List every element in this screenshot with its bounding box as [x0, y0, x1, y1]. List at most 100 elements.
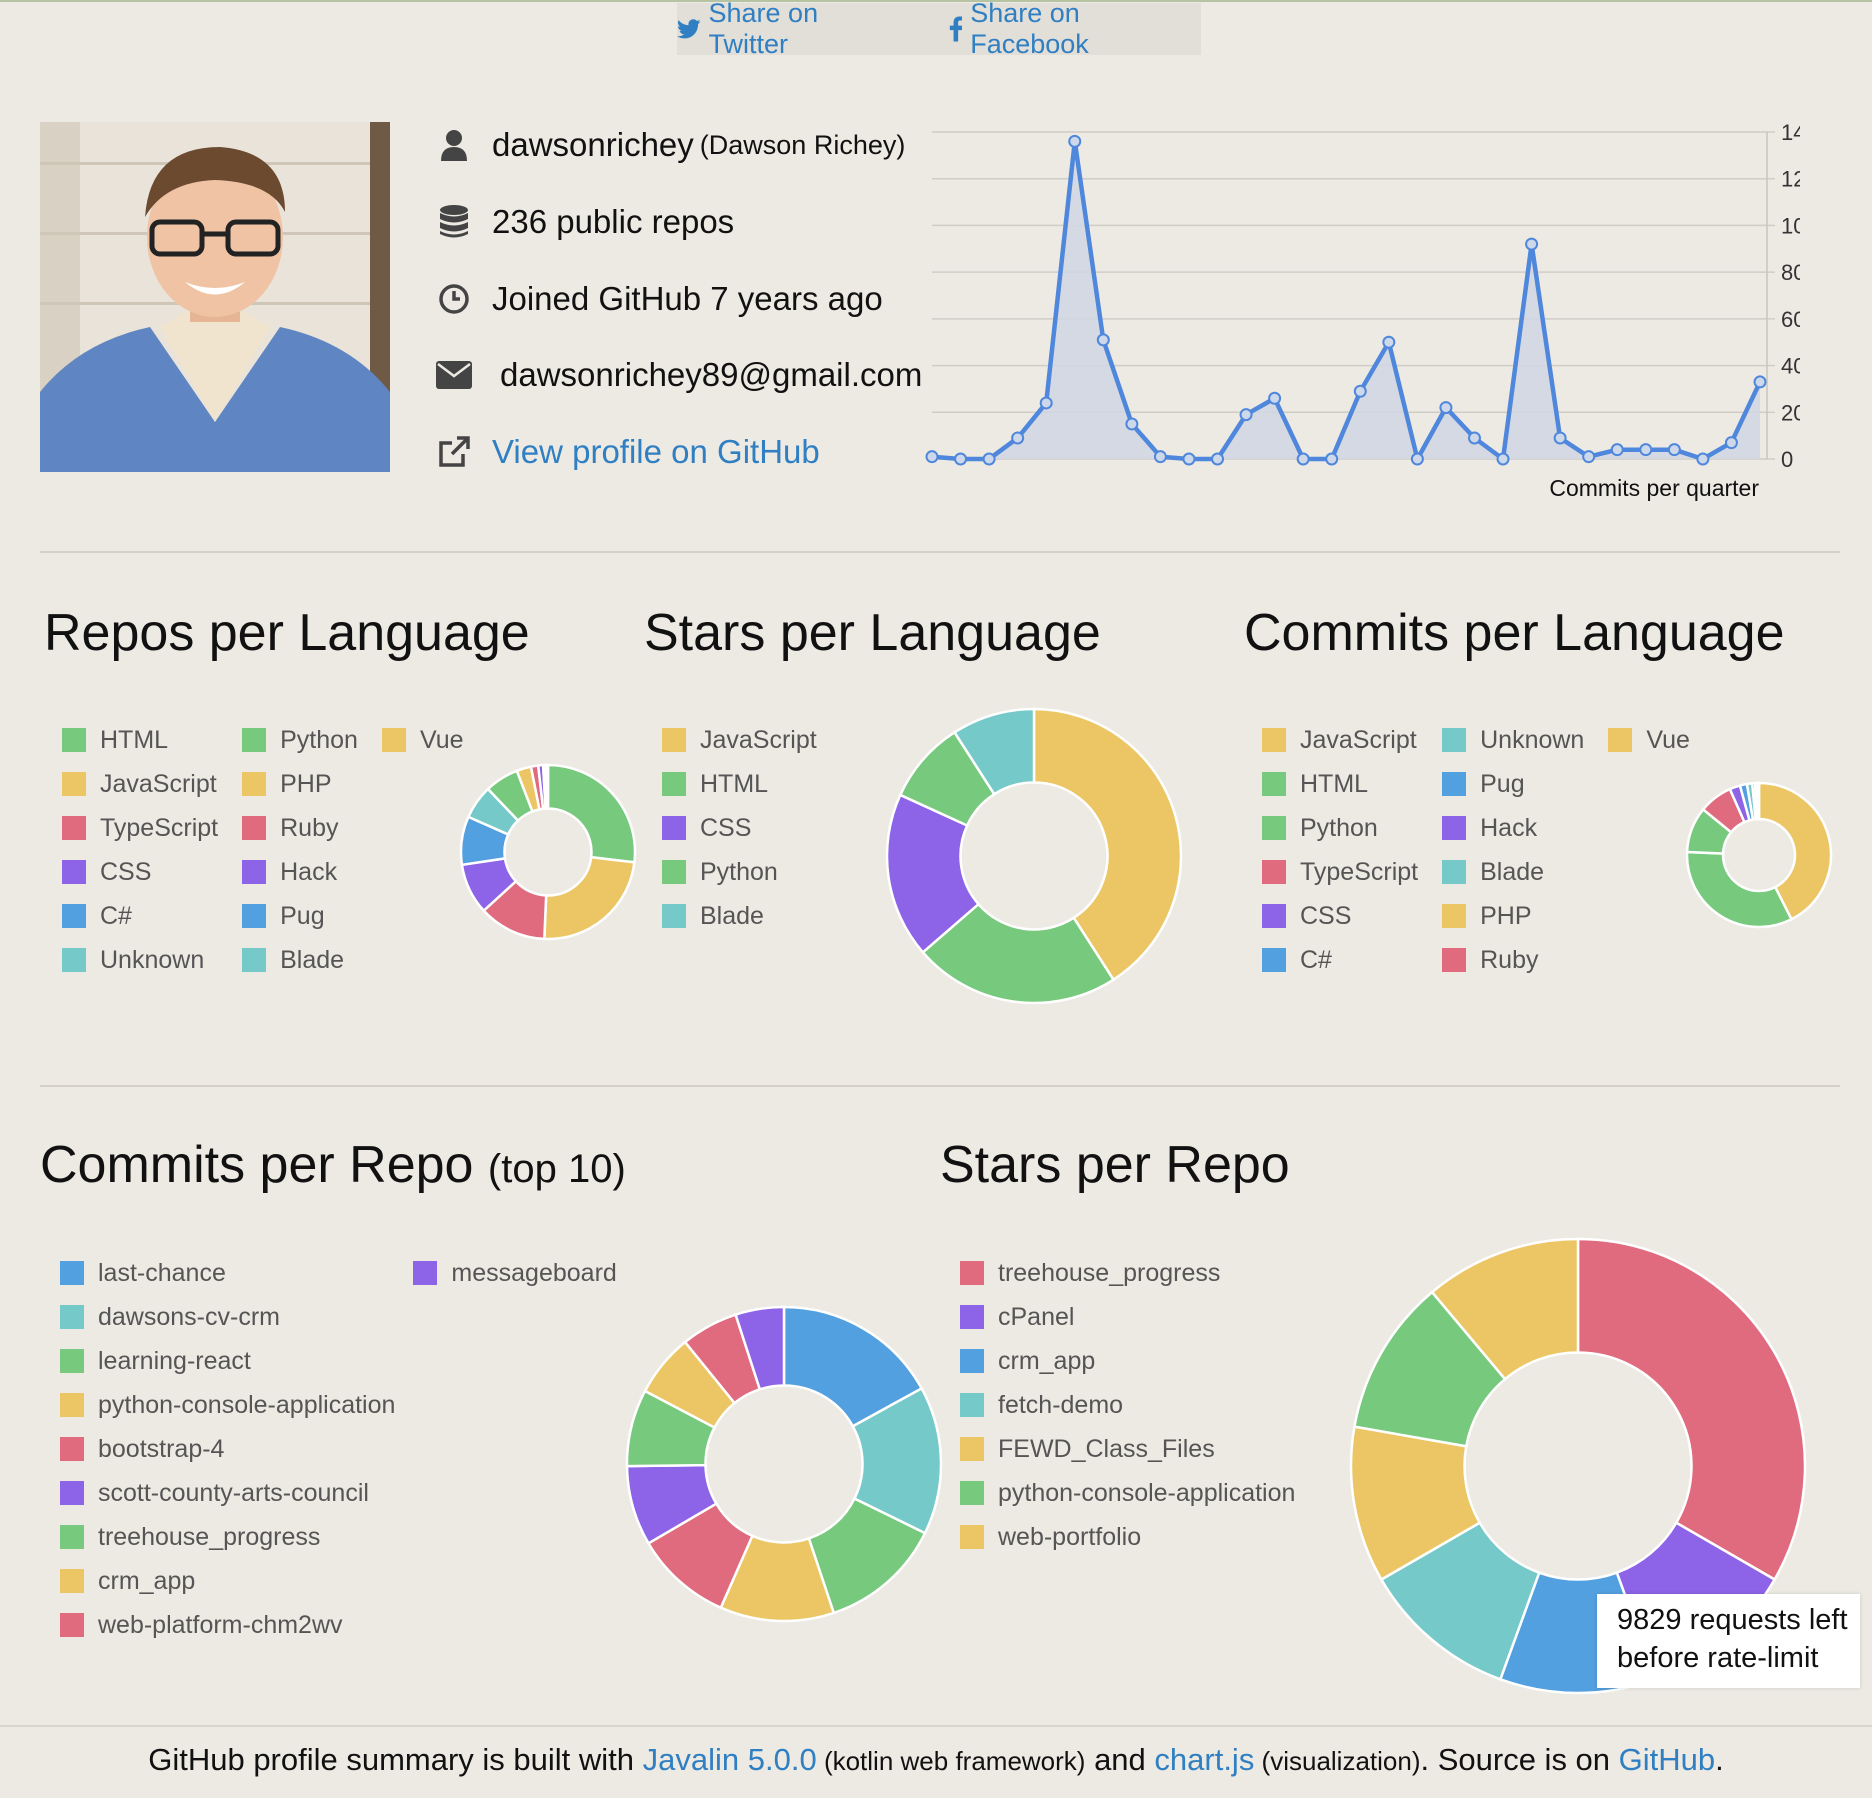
legend-item[interactable]: Pug — [1442, 762, 1584, 806]
legend-item[interactable]: JavaScript — [1262, 718, 1418, 762]
data-point[interactable] — [1696, 452, 1710, 466]
legend-swatch — [242, 948, 267, 972]
legend-item[interactable]: CSS — [62, 850, 218, 894]
data-point[interactable] — [1239, 408, 1253, 422]
view-profile-link[interactable]: View profile on GitHub — [492, 433, 820, 471]
data-point[interactable] — [1353, 384, 1367, 398]
data-point[interactable] — [1753, 375, 1767, 389]
share-facebook-link[interactable]: Share on Facebook — [949, 0, 1201, 60]
legend-item[interactable]: learning-react — [60, 1339, 395, 1383]
data-point[interactable] — [1639, 443, 1653, 457]
data-point[interactable] — [1153, 450, 1167, 464]
data-point[interactable] — [1525, 237, 1539, 251]
legend-item[interactable]: Unknown — [1442, 718, 1584, 762]
legend-item[interactable]: Vue — [381, 718, 464, 762]
data-point[interactable] — [1096, 333, 1110, 347]
legend-swatch — [62, 948, 86, 972]
legend-item[interactable]: Blade — [242, 938, 358, 982]
legend-item[interactable]: TypeScript — [62, 806, 218, 850]
legend-item[interactable]: C# — [1262, 938, 1418, 982]
data-point[interactable] — [925, 450, 939, 464]
data-point[interactable] — [1553, 431, 1567, 445]
data-point[interactable] — [954, 452, 968, 466]
legend-swatch — [1262, 772, 1286, 796]
legend-item[interactable]: Python — [1262, 806, 1418, 850]
data-point[interactable] — [1667, 443, 1681, 457]
legend-item[interactable]: Python — [242, 718, 358, 762]
legend-item[interactable]: crm_app — [60, 1559, 395, 1603]
legend-item[interactable]: web-portfolio — [960, 1515, 1295, 1559]
legend-item[interactable]: Hack — [242, 850, 358, 894]
legend-item[interactable]: CSS — [662, 806, 817, 850]
legend-item[interactable]: messageboard — [413, 1251, 617, 1295]
data-point[interactable] — [1439, 401, 1453, 415]
legend-item[interactable]: HTML — [1262, 762, 1418, 806]
legend-item[interactable]: scott-county-arts-council — [60, 1471, 395, 1515]
legend-item[interactable]: dawsons-cv-crm — [60, 1295, 395, 1339]
legend-item[interactable]: fetch-demo — [960, 1383, 1295, 1427]
legend-item[interactable]: PHP — [1442, 894, 1584, 938]
data-point[interactable] — [1582, 450, 1596, 464]
data-point[interactable] — [1610, 443, 1624, 457]
legend-item[interactable]: TypeScript — [1262, 850, 1418, 894]
legend-item[interactable]: cPanel — [960, 1295, 1295, 1339]
data-point[interactable] — [1296, 452, 1310, 466]
legend-item[interactable]: web-platform-chm2wv — [60, 1603, 395, 1647]
legend-item[interactable]: Ruby — [1442, 938, 1584, 982]
legend-item[interactable]: Python — [662, 850, 817, 894]
legend-item[interactable]: HTML — [662, 762, 817, 806]
legend-item[interactable]: treehouse_progress — [960, 1251, 1295, 1295]
data-point[interactable] — [982, 452, 996, 466]
legend-item[interactable]: bootstrap-4 — [60, 1427, 395, 1471]
legend-item[interactable]: Vue — [1608, 718, 1690, 762]
data-point[interactable] — [1382, 335, 1396, 349]
data-point[interactable] — [1467, 431, 1481, 445]
github-source-link[interactable]: GitHub — [1619, 1742, 1715, 1777]
donut-slice[interactable] — [546, 763, 637, 864]
legend-item[interactable]: treehouse_progress — [60, 1515, 395, 1559]
legend-item[interactable]: Blade — [662, 894, 817, 938]
legend-item[interactable]: last-chance — [60, 1251, 395, 1295]
donut-slice[interactable] — [1685, 850, 1794, 929]
legend-item[interactable]: python-console-application — [60, 1383, 395, 1427]
data-point[interactable] — [1496, 452, 1510, 466]
legend-label: scott-county-arts-council — [98, 1478, 369, 1507]
legend-item[interactable]: JavaScript — [662, 718, 817, 762]
data-point[interactable] — [1268, 391, 1282, 405]
data-point[interactable] — [1325, 452, 1339, 466]
legend-item[interactable]: python-console-application — [960, 1471, 1295, 1515]
share-facebook-label: Share on Facebook — [970, 0, 1089, 59]
data-point[interactable] — [1011, 431, 1025, 445]
donut-slice[interactable] — [543, 855, 636, 941]
profile-link-row[interactable]: View profile on GitHub — [436, 433, 820, 471]
share-twitter-link[interactable]: Share on Twitter — [677, 0, 901, 60]
data-point[interactable] — [1724, 436, 1738, 450]
data-point[interactable] — [1125, 417, 1139, 431]
legend-item[interactable]: PHP — [242, 762, 358, 806]
data-point[interactable] — [1211, 452, 1225, 466]
legend-item[interactable]: FEWD_Class_Files — [960, 1427, 1295, 1471]
donut-slice[interactable] — [544, 763, 550, 810]
legend-item[interactable]: HTML — [62, 718, 218, 762]
legend-item[interactable]: CSS — [1262, 894, 1418, 938]
data-point[interactable] — [1182, 452, 1196, 466]
data-point[interactable] — [1068, 134, 1082, 148]
legend-item[interactable]: Hack — [1442, 806, 1584, 850]
data-point[interactable] — [1039, 396, 1053, 410]
legend-item[interactable]: JavaScript — [62, 762, 218, 806]
data-point[interactable] — [1410, 452, 1424, 466]
external-link-icon — [436, 434, 472, 470]
legend-label: treehouse_progress — [998, 1258, 1221, 1287]
legend-item[interactable]: Unknown — [62, 938, 218, 982]
legend-label: HTML — [1300, 769, 1369, 798]
legend-item[interactable]: crm_app — [960, 1339, 1295, 1383]
legend-item[interactable]: Pug — [242, 894, 358, 938]
legend-item[interactable]: Blade — [1442, 850, 1584, 894]
donut-slice[interactable] — [1576, 1237, 1807, 1582]
javalin-link[interactable]: Javalin 5.0.0 — [643, 1742, 817, 1777]
chartjs-link[interactable]: chart.js — [1154, 1742, 1254, 1777]
legend-swatch — [1262, 948, 1286, 972]
legend-item[interactable]: Ruby — [242, 806, 358, 850]
legend-item[interactable]: C# — [62, 894, 218, 938]
email-address: dawsonrichey89@gmail.com — [500, 356, 923, 393]
